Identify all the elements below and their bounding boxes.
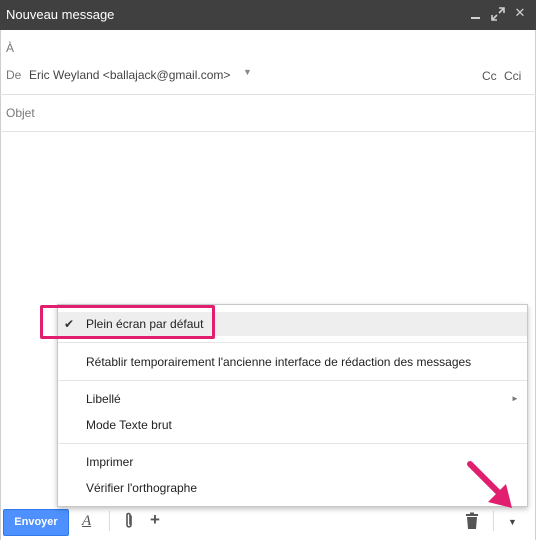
divider — [109, 511, 110, 531]
divider — [0, 94, 536, 95]
cc-link[interactable]: Cc — [482, 69, 497, 83]
send-button[interactable]: Envoyer — [3, 509, 69, 536]
menu-divider — [58, 443, 527, 444]
menu-divider — [58, 380, 527, 381]
attach-paperclip-icon[interactable] — [122, 511, 136, 531]
menu-divider — [58, 342, 527, 343]
subject-input[interactable]: Objet — [6, 106, 35, 120]
compose-title: Nouveau message — [6, 7, 115, 22]
plus-icon[interactable]: + — [150, 510, 160, 530]
menu-item-fullscreen-default[interactable]: ✔ Plein écran par défaut — [58, 312, 527, 336]
expand-icon[interactable] — [490, 5, 506, 23]
menu-item-label-submenu[interactable]: Libellé ► — [58, 387, 527, 411]
compose-titlebar[interactable]: Nouveau message ✕ — [0, 0, 536, 30]
check-icon: ✔ — [64, 317, 75, 331]
more-options-menu: ✔ Plein écran par défaut Rétablir tempor… — [57, 304, 528, 507]
trash-icon[interactable] — [465, 512, 479, 530]
from-label: De — [6, 68, 22, 82]
close-icon[interactable]: ✕ — [512, 5, 528, 23]
menu-item-label: Mode Texte brut — [86, 418, 172, 432]
menu-item-label: Rétablir temporairement l'ancienne inter… — [86, 355, 472, 369]
to-label[interactable]: À — [6, 41, 14, 55]
more-options-icon[interactable]: ▼ — [508, 517, 517, 527]
divider — [493, 511, 494, 531]
menu-item-label: Vérifier l'orthographe — [86, 481, 198, 495]
formatting-icon[interactable]: A — [82, 513, 91, 530]
from-select[interactable]: Eric Weyland <ballajack@gmail.com> — [29, 68, 230, 82]
menu-item-restore-old-compose[interactable]: Rétablir temporairement l'ancienne inter… — [58, 350, 527, 374]
chevron-right-icon: ► — [511, 394, 519, 403]
bcc-link[interactable]: Cci — [504, 69, 521, 83]
menu-item-print[interactable]: Imprimer — [58, 450, 527, 474]
menu-item-plain-text[interactable]: Mode Texte brut — [58, 413, 527, 437]
menu-item-label: Imprimer — [86, 455, 134, 469]
chevron-down-icon[interactable]: ▼ — [243, 67, 252, 77]
minimize-icon[interactable] — [468, 5, 484, 23]
menu-item-label: Plein écran par défaut — [86, 317, 204, 331]
menu-item-label: Libellé — [86, 392, 121, 406]
menu-item-spellcheck[interactable]: Vérifier l'orthographe — [58, 476, 527, 500]
